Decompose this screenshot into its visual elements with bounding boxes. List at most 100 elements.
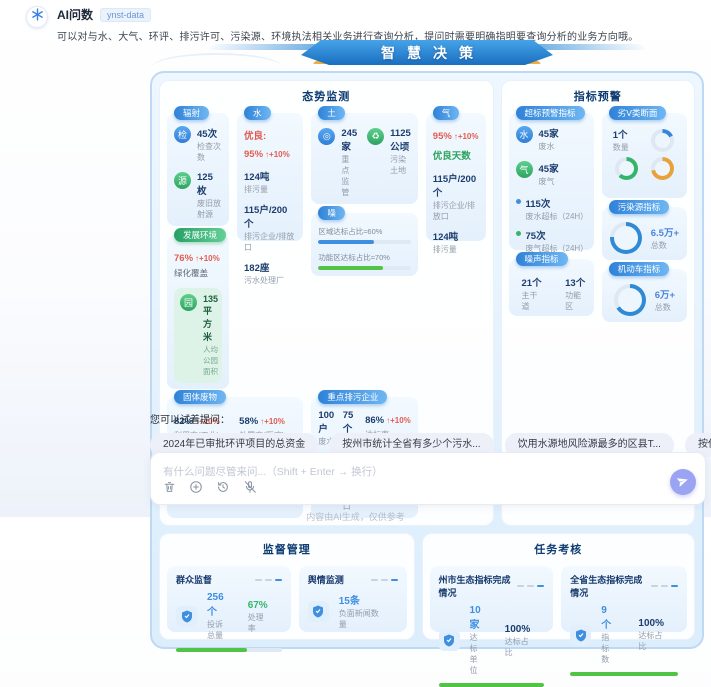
noise-bar-fill (318, 240, 373, 244)
eco-badge: 发展环境 (174, 228, 226, 242)
stat-label: 数量 (613, 142, 629, 153)
stat-value: 1125公顷 (390, 128, 411, 153)
column-soil-noise: 土 ◎ 245家重点监管 ♻ 1125公顷污染土地 (311, 113, 417, 241)
shield-icon (570, 625, 591, 646)
stat-value: 115户/200个 (433, 171, 479, 199)
radiation-source-icon: 源 (174, 172, 191, 189)
card-opinion-monitoring: 舆情监测 15条负面新闻数量 (299, 566, 407, 632)
stat-label: 人均公园面积 (203, 344, 218, 377)
legend-dashes-icon (517, 585, 544, 587)
stat-label: 排污量 (244, 184, 296, 195)
column-radiation-eco: 辐射 检 45次检查次数 源 125枚废旧放射源 发展环境 (167, 113, 229, 389)
progress-fill (570, 672, 678, 676)
polluted-land-icon: ♻ (367, 128, 384, 145)
app-name: AI问数 (57, 6, 93, 23)
stat-label: 投诉总量 (207, 619, 224, 641)
air-quality-label: 优良天数 (433, 151, 471, 162)
stat-value: 21个 (522, 275, 544, 289)
history-icon (216, 480, 230, 497)
stat-label: 主干道 (522, 290, 544, 312)
stat-label: 重点监管 (341, 154, 357, 198)
card-air: 气 95%↑+10% 优良天数 115户/200个排污企业/排放口 124吨排污… (426, 113, 486, 241)
card-emission-warning: 超标预警指标 水 45家废水 气 45家废气 115次废 (509, 113, 594, 250)
stat-label: 达标单位 (470, 632, 481, 676)
stat-value: 125枚 (197, 172, 222, 197)
stat-label: 污染土地 (390, 154, 411, 176)
progress-track (570, 672, 678, 676)
chat-input[interactable] (163, 466, 583, 478)
stat-label: 达标占比 (505, 636, 531, 658)
trash-icon (163, 480, 176, 497)
stat-value: 45次 (197, 126, 222, 140)
soil-badge: 土 (318, 106, 345, 120)
emission-warning-badge: 超标预警指标 (516, 106, 585, 120)
stat-label: 达标占比 (638, 630, 664, 652)
stat-value: 6万+ (655, 287, 675, 301)
stat-value: 9个 (601, 605, 614, 631)
gauge-blue (651, 129, 674, 152)
card-water: 水 优良: 95%↑+10% 124吨排污量 115户/200个排污企业/排放口… (237, 113, 303, 241)
air-quality: 95% (433, 131, 452, 142)
panel-title-warning: 指标预警 (509, 88, 688, 104)
dashboard-body: 态势监测 水 优良: 95%↑+10% 124吨排污量 115户/200个排污企… (150, 71, 704, 649)
noise-indicator-badge: 噪声指标 (516, 252, 568, 266)
stat-value: 100% (505, 624, 531, 635)
stat-value: 45家 (539, 126, 559, 140)
gauge-green (615, 157, 638, 180)
stat-value: 13个 (565, 275, 587, 289)
card-inferior-water: 劣V类断面 1个数量 (602, 113, 687, 198)
gauge-orange (651, 157, 674, 180)
stat-value: 10家 (470, 605, 481, 631)
warning-left-column: 超标预警指标 水 45家废水 气 45家废气 115次废 (509, 113, 594, 322)
add-button[interactable] (189, 480, 203, 497)
suggestions-label: 您可以试着提问： (150, 411, 706, 426)
stat-label: 废气 (539, 176, 559, 187)
water-quality: 优良: 95% (244, 131, 266, 160)
key-polluters-badge: 重点排污企业 (318, 390, 387, 404)
water-badge: 水 (244, 106, 271, 120)
wastewater-icon: 水 (516, 126, 533, 143)
history-button[interactable] (216, 480, 230, 497)
send-plane-icon (677, 475, 689, 490)
send-button[interactable] (670, 469, 696, 495)
stat-label: 负面新闻数量 (339, 608, 384, 630)
stat-value: 15条 (339, 592, 384, 607)
card-city-indicators: 州市生态指标完成情况 10家达标单位 100%达标占比 (430, 566, 554, 632)
stat-label: 处理率 (248, 612, 268, 634)
supervision-icon: ◎ (318, 128, 335, 145)
composer (150, 452, 706, 505)
solid-waste-badge: 固体废物 (174, 390, 226, 404)
inspection-icon: 检 (174, 126, 191, 143)
card-public-supervision: 群众监督 256个投诉总量 67%处理率 (167, 566, 291, 632)
stat-value: 245家 (341, 128, 357, 153)
stat-label: 指标数 (601, 632, 614, 665)
composer-toolbar (163, 480, 257, 497)
panel-title-situation: 态势监测 (167, 88, 486, 104)
card-province-indicators: 全省生态指标完成情况 9个指标数 100%达标占比 (561, 566, 687, 632)
banner-core: 智慧决策 (301, 40, 553, 65)
stat-value: 115户/200个 (244, 202, 296, 230)
pollution-source-badge: 污染源指标 (609, 200, 670, 214)
progress-track (439, 683, 545, 687)
water-quality-delta: ↑+10% (265, 150, 290, 159)
assistant-avatar (26, 6, 48, 28)
vehicle-indicator-badge: 机动车指标 (609, 262, 670, 276)
waste-gas-icon: 气 (516, 161, 533, 178)
stat-value: 75次 (526, 228, 587, 242)
card-title: 舆情监测 (308, 573, 344, 586)
stat-value: 6.5万+ (651, 225, 679, 239)
stat-label: 排污企业/排放口 (244, 231, 296, 253)
clear-button[interactable] (163, 480, 176, 497)
panel-title-assessment: 任务考核 (430, 541, 687, 557)
inferior-water-badge: 劣V类断面 (609, 106, 667, 120)
voice-mute-button[interactable] (243, 480, 257, 497)
stat-value: 100% (638, 618, 664, 629)
dataset-tag: ynst-data (100, 8, 151, 22)
legend-dashes-icon (371, 579, 398, 581)
progress-track (176, 648, 282, 652)
card-title: 全省生态指标完成情况 (570, 573, 651, 599)
air-quality-delta: ↑+10% (454, 132, 479, 141)
stat-label: 废旧放射源 (197, 198, 222, 220)
stat-label: 废水超标（24H） (526, 211, 587, 222)
suggestions-section: 您可以试着提问： 2024年已审批环评项目的总资金 按州市统计全省有多少个污水.… (150, 411, 706, 457)
